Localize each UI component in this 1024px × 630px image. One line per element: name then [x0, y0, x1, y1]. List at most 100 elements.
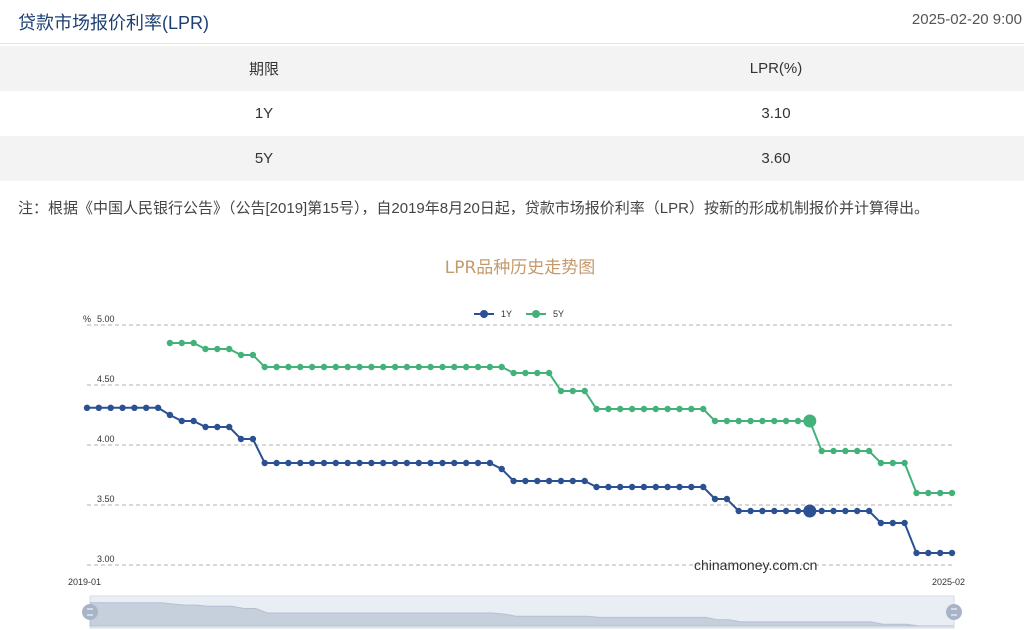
data-point[interactable]: [688, 405, 695, 413]
data-point[interactable]: [332, 459, 339, 467]
data-point[interactable]: [937, 489, 944, 497]
data-point[interactable]: [190, 339, 197, 347]
data-point[interactable]: [285, 459, 292, 467]
data-point[interactable]: [415, 459, 422, 467]
legend-item-1y[interactable]: 1Y: [474, 309, 512, 319]
data-point[interactable]: [747, 507, 754, 515]
data-point[interactable]: [214, 345, 221, 353]
data-point[interactable]: [652, 483, 659, 491]
data-point[interactable]: [901, 519, 908, 527]
data-point[interactable]: [154, 404, 162, 411]
data-point[interactable]: [664, 483, 671, 491]
data-point[interactable]: [474, 363, 482, 371]
data-point[interactable]: [842, 447, 849, 455]
data-point[interactable]: [877, 459, 885, 467]
data-point[interactable]: [723, 417, 731, 425]
data-point[interactable]: [628, 483, 636, 491]
data-point[interactable]: [605, 405, 612, 413]
data-point[interactable]: [273, 363, 280, 371]
data-point[interactable]: [380, 363, 387, 371]
data-point[interactable]: [474, 459, 482, 467]
data-point[interactable]: [747, 417, 754, 425]
data-point[interactable]: [569, 477, 576, 485]
data-point[interactable]: [498, 465, 505, 473]
data-point[interactable]: [403, 363, 411, 371]
data-point[interactable]: [356, 363, 363, 371]
data-point[interactable]: [249, 351, 257, 359]
data-point[interactable]: [439, 459, 446, 467]
data-point[interactable]: [166, 339, 174, 347]
data-point[interactable]: [782, 507, 790, 515]
data-point[interactable]: [925, 549, 932, 557]
data-point[interactable]: [131, 404, 138, 411]
data-point[interactable]: [854, 447, 861, 455]
data-point[interactable]: [463, 363, 470, 371]
data-point[interactable]: [865, 507, 873, 515]
data-point[interactable]: [190, 417, 197, 425]
data-point[interactable]: [830, 507, 837, 515]
data-point[interactable]: [640, 483, 648, 491]
data-point[interactable]: [735, 417, 742, 425]
data-point[interactable]: [368, 363, 375, 371]
data-point[interactable]: [510, 369, 517, 377]
data-point[interactable]: [119, 404, 126, 411]
data-point[interactable]: [415, 363, 422, 371]
data-point[interactable]: [700, 483, 707, 491]
data-point[interactable]: [297, 363, 304, 371]
data-point[interactable]: [794, 507, 802, 515]
data-point[interactable]: [344, 363, 351, 371]
data-point[interactable]: [451, 459, 458, 467]
data-point[interactable]: [320, 363, 328, 371]
data-point[interactable]: [522, 477, 529, 485]
data-point[interactable]: [545, 369, 553, 377]
data-point[interactable]: [427, 459, 434, 467]
data-point[interactable]: [628, 405, 636, 413]
data-point[interactable]: [664, 405, 671, 413]
data-point[interactable]: [913, 489, 920, 497]
data-point[interactable]: [534, 369, 541, 377]
data-point[interactable]: [854, 507, 861, 515]
data-point[interactable]: [344, 459, 351, 467]
data-point[interactable]: [356, 459, 363, 467]
data-point[interactable]: [166, 411, 174, 419]
data-point[interactable]: [818, 447, 825, 455]
data-point[interactable]: [261, 363, 268, 371]
data-point[interactable]: [214, 423, 221, 431]
data-point[interactable]: [249, 435, 257, 443]
data-point[interactable]: [439, 363, 446, 371]
data-point[interactable]: [320, 459, 328, 467]
data-point[interactable]: [925, 489, 932, 497]
data-point[interactable]: [759, 507, 766, 515]
data-point[interactable]: [948, 549, 956, 557]
data-point[interactable]: [617, 405, 624, 413]
data-point[interactable]: [107, 404, 114, 411]
data-point[interactable]: [782, 417, 790, 425]
data-point[interactable]: [652, 405, 659, 413]
zoom-handle-left[interactable]: [82, 604, 98, 620]
data-point[interactable]: [865, 447, 873, 455]
data-point[interactable]: [711, 417, 719, 425]
data-point[interactable]: [593, 405, 600, 413]
data-point[interactable]: [226, 423, 233, 431]
data-point[interactable]: [818, 507, 825, 515]
data-zoom-slider[interactable]: [82, 595, 962, 629]
data-point[interactable]: [842, 507, 849, 515]
data-point[interactable]: [308, 363, 316, 371]
data-point[interactable]: [948, 489, 956, 497]
data-point[interactable]: [273, 459, 280, 467]
data-point[interactable]: [403, 459, 411, 467]
data-point[interactable]: [735, 507, 742, 515]
data-point[interactable]: [427, 363, 434, 371]
legend-item-5y[interactable]: 5Y: [526, 309, 564, 319]
data-point[interactable]: [723, 495, 731, 503]
data-point[interactable]: [937, 549, 944, 557]
data-point[interactable]: [143, 404, 150, 411]
data-point[interactable]: [901, 459, 908, 467]
highlighted-data-point[interactable]: [803, 414, 817, 428]
data-point[interactable]: [332, 363, 339, 371]
data-point[interactable]: [463, 459, 470, 467]
data-point[interactable]: [486, 459, 494, 467]
data-point[interactable]: [83, 404, 91, 411]
data-point[interactable]: [391, 459, 399, 467]
data-point[interactable]: [830, 447, 837, 455]
